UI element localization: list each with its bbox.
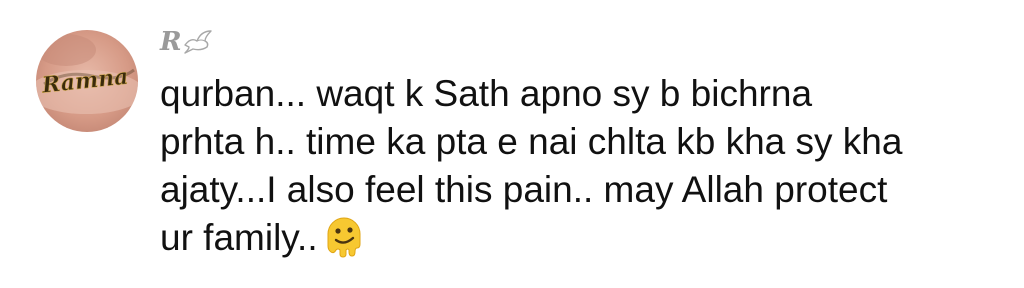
comment-text: qurban... waqt k Sath apno sy b bichrna … [160, 70, 1000, 262]
comment-line: qurban... waqt k Sath apno sy b bichrna [160, 73, 813, 114]
avatar[interactable]: Ramna [36, 30, 138, 132]
comment-line: ajaty...I also feel this pain.. may Alla… [160, 169, 888, 210]
avatar-image: Ramna [36, 34, 138, 114]
comment-line: ur family.. [160, 217, 318, 258]
dove-icon [183, 29, 213, 55]
author-name[interactable]: R [160, 27, 182, 57]
melting-face-icon [324, 214, 364, 258]
comment: Ramna R qurban... waqt k Sath apno sy b … [0, 0, 1024, 288]
comment-line-last: ur family.. [160, 214, 1000, 262]
comment-line: prhta h.. time ka pta e nai chlta kb kha… [160, 121, 903, 162]
comment-author[interactable]: R [160, 22, 213, 62]
